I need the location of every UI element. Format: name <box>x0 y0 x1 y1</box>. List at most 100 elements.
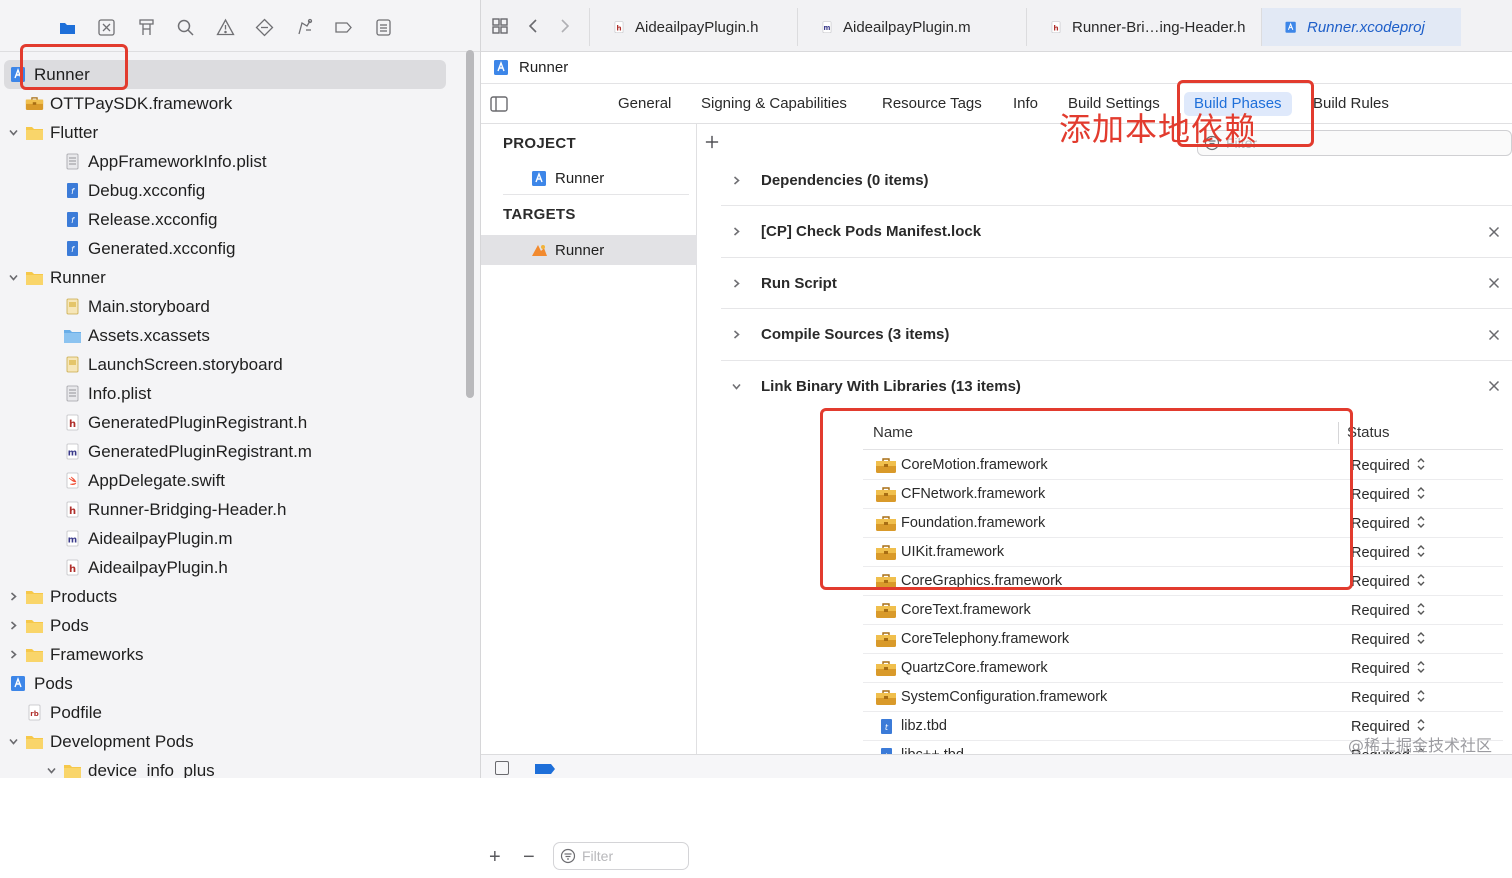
tree-item[interactable]: m GeneratedPluginRegistrant.m <box>0 437 460 466</box>
library-row[interactable]: CFNetwork.framework Required <box>863 480 1503 509</box>
settings-tab[interactable]: Signing & Capabilities <box>701 92 847 116</box>
editor-tab[interactable]: h AideailpayPlugin.h <box>589 8 797 46</box>
target-runner-item[interactable]: Runner <box>481 235 697 265</box>
settings-tab[interactable]: Info <box>1013 92 1038 116</box>
navigator-scrollbar[interactable] <box>466 50 474 398</box>
disclosure-closed-icon[interactable] <box>729 276 743 290</box>
tree-item[interactable]: AppFrameworkInfo.plist <box>0 147 460 176</box>
breakpoint-icon[interactable] <box>535 764 555 774</box>
disclosure-open-icon[interactable] <box>6 271 20 285</box>
tree-item[interactable]: Info.plist <box>0 379 460 408</box>
library-row[interactable]: UIKit.framework Required <box>863 538 1503 567</box>
tree-item[interactable]: Development Pods <box>0 727 460 756</box>
library-name: libz.tbd <box>901 718 947 734</box>
tree-item[interactable]: Products <box>0 582 460 611</box>
editor-tab[interactable]: h Runner-Bri…ing-Header.h <box>1026 8 1261 46</box>
issue-icon[interactable] <box>214 16 236 38</box>
debug-icon[interactable] <box>293 16 315 38</box>
tree-item[interactable]: OTTPaySDK.framework <box>0 89 460 118</box>
tree-item[interactable]: AppDelegate.swift <box>0 466 460 495</box>
status-column-header[interactable]: Status <box>1347 424 1390 441</box>
find-icon[interactable] <box>175 16 197 38</box>
disclosure-open-icon[interactable] <box>44 764 58 778</box>
build-phase[interactable]: Link Binary With Libraries (13 items) <box>721 361 1512 412</box>
disclosure-closed-icon[interactable] <box>729 173 743 187</box>
tree-item[interactable]: Frameworks <box>0 640 460 669</box>
build-phase[interactable]: Compile Sources (3 items) <box>721 310 1512 361</box>
build-phase-title: Link Binary With Libraries (13 items) <box>761 378 1021 395</box>
tree-item[interactable]: Runner <box>0 263 460 292</box>
disclosure-closed-icon[interactable] <box>6 648 20 662</box>
close-icon[interactable] <box>1486 275 1502 291</box>
editor-tab[interactable]: Runner.xcodeproj <box>1261 8 1461 46</box>
library-status-popup[interactable]: Required <box>1351 660 1426 678</box>
build-phase[interactable]: Dependencies (0 items) <box>721 155 1512 206</box>
tree-item[interactable]: f Debug.xcconfig <box>0 176 460 205</box>
library-row[interactable]: SystemConfiguration.framework Required <box>863 683 1503 712</box>
targets-filter-field[interactable]: Filter <box>553 842 689 870</box>
add-phase-icon[interactable] <box>705 132 725 152</box>
forward-arrow-icon[interactable] <box>553 15 575 37</box>
name-column-header[interactable]: Name <box>873 424 913 441</box>
disclosure-open-icon[interactable] <box>6 126 20 140</box>
source-control-icon[interactable] <box>96 16 118 38</box>
settings-tab[interactable]: Build Rules <box>1313 92 1389 116</box>
library-row[interactable]: Foundation.framework Required <box>863 509 1503 538</box>
breakpoint-icon[interactable] <box>333 16 355 38</box>
tree-item[interactable]: Pods <box>0 669 460 698</box>
back-arrow-icon[interactable] <box>523 15 545 37</box>
library-row[interactable]: CoreTelephony.framework Required <box>863 625 1503 654</box>
library-status-popup[interactable]: Required <box>1351 631 1426 649</box>
tree-item[interactable]: h AideailpayPlugin.h <box>0 553 460 582</box>
tree-item[interactable]: device_info_plus <box>0 756 460 778</box>
folder-icon[interactable] <box>56 16 78 38</box>
library-status-popup[interactable]: Required <box>1351 486 1426 504</box>
tree-item[interactable]: rb Podfile <box>0 698 460 727</box>
tree-item[interactable]: f Generated.xcconfig <box>0 234 460 263</box>
sidebar-toggle-icon[interactable] <box>489 94 509 114</box>
close-icon[interactable] <box>1486 327 1502 343</box>
library-row[interactable]: CoreGraphics.framework Required <box>863 567 1503 596</box>
tree-item[interactable]: Main.storyboard <box>0 292 460 321</box>
project-runner-item[interactable]: Runner <box>481 163 697 193</box>
test-icon[interactable] <box>254 16 276 38</box>
library-status-popup[interactable]: Required <box>1351 689 1426 707</box>
close-icon[interactable] <box>1486 378 1502 394</box>
tree-item[interactable]: Runner <box>4 60 446 89</box>
library-status-popup[interactable]: Required <box>1351 544 1426 562</box>
build-phase[interactable]: Run Script <box>721 258 1512 309</box>
disclosure-closed-icon[interactable] <box>6 619 20 633</box>
remove-target-icon[interactable]: − <box>523 846 535 869</box>
library-status-popup[interactable]: Required <box>1351 457 1426 475</box>
grid-icon[interactable] <box>489 15 511 37</box>
library-row[interactable]: QuartzCore.framework Required <box>863 654 1503 683</box>
tree-item[interactable]: f Release.xcconfig <box>0 205 460 234</box>
tree-item[interactable]: Flutter <box>0 118 460 147</box>
report-icon[interactable] <box>372 16 394 38</box>
close-icon[interactable] <box>1486 224 1502 240</box>
disclosure-open-icon[interactable] <box>729 380 743 394</box>
jump-bar[interactable]: Runner <box>481 52 1512 84</box>
library-status-popup[interactable]: Required <box>1351 602 1426 620</box>
library-status-popup[interactable]: Required <box>1351 515 1426 533</box>
editor-tab[interactable]: m AideailpayPlugin.m <box>797 8 1026 46</box>
build-phase[interactable]: [CP] Check Pods Manifest.lock <box>721 207 1512 258</box>
debug-area-toggle-icon[interactable] <box>495 761 509 775</box>
add-target-icon[interactable]: + <box>489 846 501 869</box>
disclosure-closed-icon[interactable] <box>729 328 743 342</box>
library-status-popup[interactable]: Required <box>1351 573 1426 591</box>
disclosure-closed-icon[interactable] <box>729 225 743 239</box>
tree-item[interactable]: h Runner-Bridging-Header.h <box>0 495 460 524</box>
symbol-icon[interactable] <box>135 16 157 38</box>
tree-item[interactable]: Assets.xcassets <box>0 321 460 350</box>
disclosure-closed-icon[interactable] <box>6 590 20 604</box>
tree-item[interactable]: LaunchScreen.storyboard <box>0 350 460 379</box>
settings-tab[interactable]: Resource Tags <box>882 92 982 116</box>
settings-tab[interactable]: General <box>618 92 671 116</box>
tree-item[interactable]: Pods <box>0 611 460 640</box>
disclosure-open-icon[interactable] <box>6 735 20 749</box>
tree-item[interactable]: m AideailpayPlugin.m <box>0 524 460 553</box>
library-row[interactable]: CoreMotion.framework Required <box>863 451 1503 480</box>
tree-item[interactable]: h GeneratedPluginRegistrant.h <box>0 408 460 437</box>
library-row[interactable]: CoreText.framework Required <box>863 596 1503 625</box>
